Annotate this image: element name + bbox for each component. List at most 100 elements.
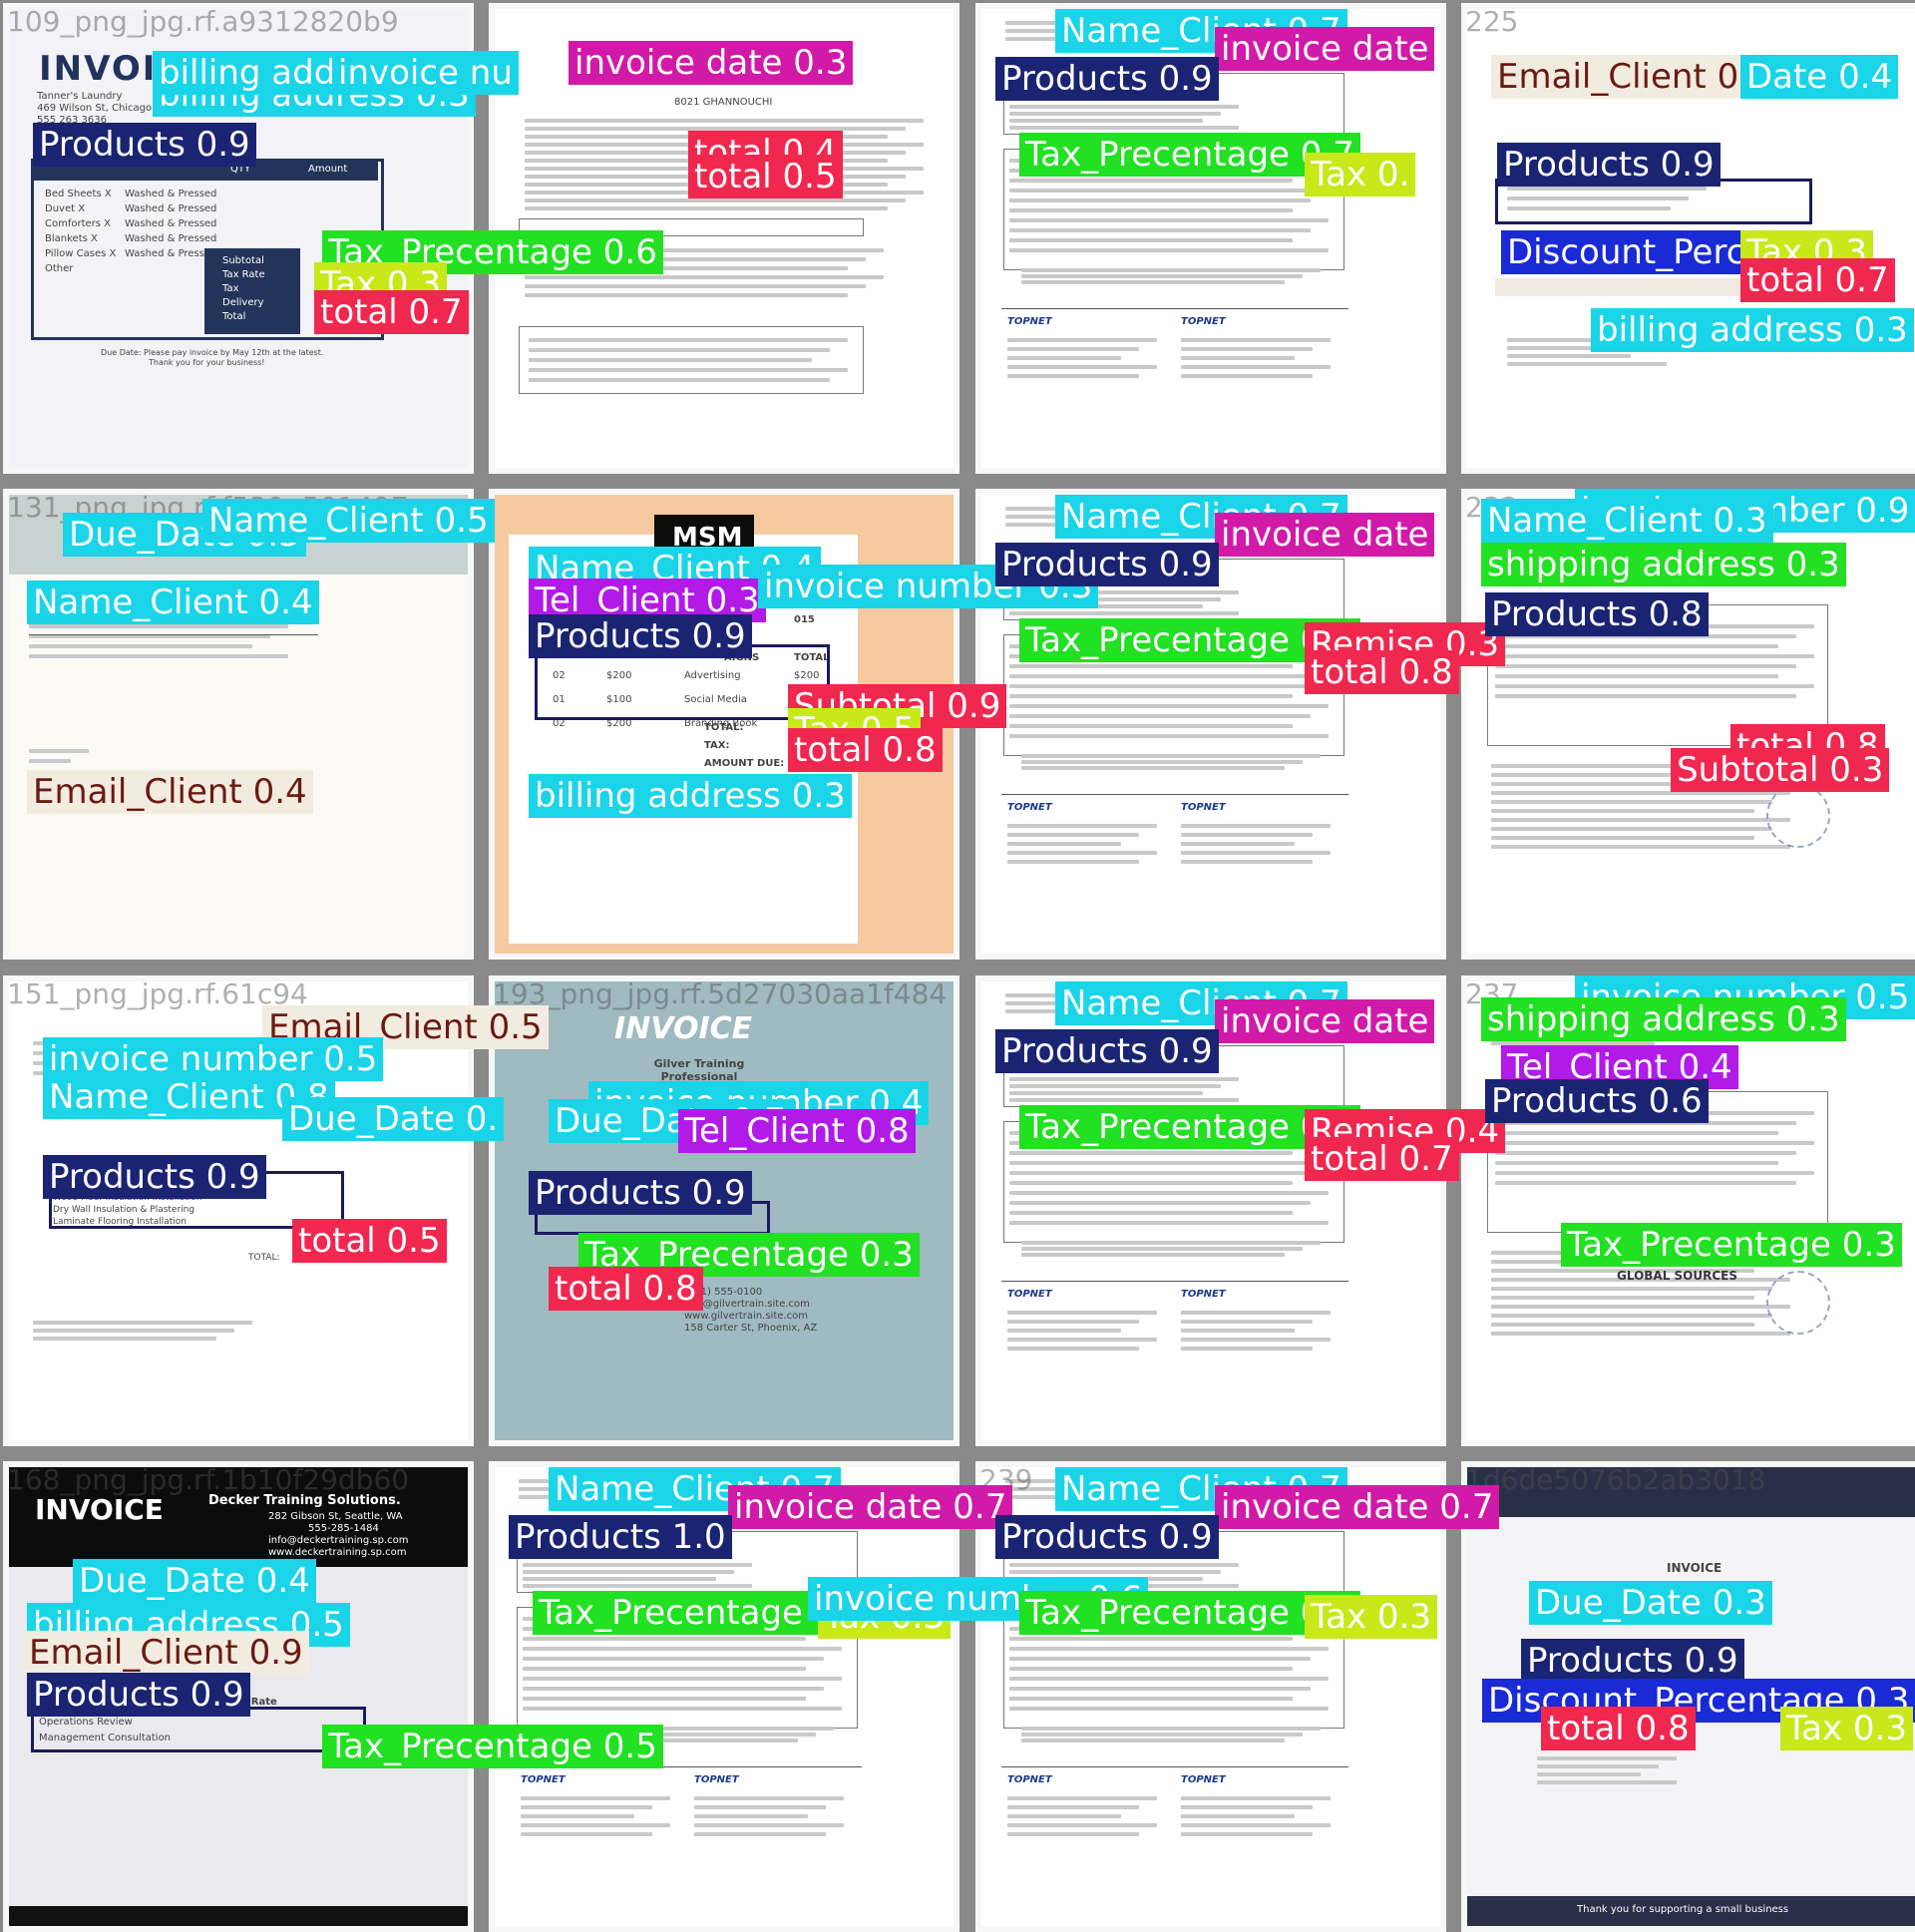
topnet-logo: TOPNET: [1007, 1289, 1052, 1300]
text-line: [1009, 218, 1329, 222]
invoice-title: INVOICE: [35, 1493, 164, 1526]
text-line: [1495, 1171, 1814, 1175]
text-line: [1181, 824, 1331, 828]
text-line: [1007, 1814, 1121, 1818]
detection-label: Products 0.9: [995, 1515, 1219, 1559]
text-line: [1009, 1221, 1329, 1225]
text-line: [1009, 1687, 1311, 1691]
text-line: [1009, 1570, 1221, 1574]
text-line: [1009, 1151, 1293, 1155]
detection-label: Tax_Precentage 0.3: [1561, 1223, 1902, 1267]
stamp-mark: [1766, 784, 1830, 848]
item-name: Blankets X: [45, 233, 98, 244]
text-line: [1495, 674, 1778, 678]
text-line: [1181, 1329, 1295, 1333]
divider: [1001, 1281, 1348, 1282]
image-filename: 168_png_jpg.rf.1b10f29db60: [7, 1463, 410, 1496]
total-label: TOTAL:: [248, 1253, 280, 1263]
text-line: [1495, 1161, 1778, 1165]
text-line: [1491, 836, 1754, 840]
text-line: [1009, 1191, 1329, 1195]
detection-label: Tax 0.3: [1305, 1595, 1437, 1639]
detection-label: total 0.5: [292, 1219, 447, 1263]
detection-label: total 0.8: [549, 1267, 703, 1311]
text-line: [1009, 1707, 1329, 1711]
detection-label: Products 0.9: [1497, 143, 1721, 187]
detection-label: Products 1.0: [509, 1515, 732, 1559]
detection-label: Email_Client 0.3: [1491, 55, 1777, 99]
text-line: [1491, 818, 1790, 822]
item-name: Dry Wall Insulation & Plastering: [53, 1205, 195, 1215]
item-name: Duvet X: [45, 203, 86, 214]
text-line: [1491, 845, 1790, 849]
detection-label: Due_Date 0.: [282, 1097, 505, 1141]
detection-label: Date 0.4: [1740, 55, 1899, 99]
text-line: [525, 206, 888, 210]
text-line: [525, 275, 884, 279]
text-line: [1009, 1677, 1329, 1681]
due-note: Due Date: Please pay invoice by May 12th…: [101, 348, 324, 357]
detection-label: Name_Client 0.4: [27, 580, 319, 624]
text-line: [1007, 1311, 1157, 1315]
stamp-text: GLOBAL SOURCES: [1617, 1269, 1738, 1283]
text-line: [1009, 1657, 1311, 1661]
text-line: [1495, 1141, 1814, 1145]
detection-label: Email_Client 0.9: [23, 1631, 309, 1675]
detection-label: total 0.5: [688, 155, 843, 198]
text-line: [1007, 374, 1139, 378]
text-line: [1007, 833, 1139, 837]
text-line: [529, 358, 812, 362]
text-line: [1007, 1832, 1139, 1836]
text-line: [1009, 248, 1329, 252]
text-line: [521, 1805, 652, 1809]
detection-label: Tel_Client 0.8: [678, 1109, 916, 1153]
company-site: www.deckertraining.sp.com: [268, 1547, 407, 1558]
text-line: [523, 1677, 842, 1681]
text-line: [1009, 1697, 1293, 1701]
text-line: [1007, 347, 1139, 351]
company-email: info@gilvertrain.site.com: [684, 1299, 810, 1310]
topnet-logo: TOPNET: [1181, 802, 1226, 813]
detection-label: billing address 0.3: [529, 774, 852, 818]
text-line: [29, 759, 71, 763]
text-line: [523, 1584, 752, 1588]
text-line: [1009, 1563, 1239, 1567]
thanks-note: Thank you for your business!: [149, 358, 265, 367]
text-line: [1181, 1311, 1331, 1315]
text-line: [1007, 1347, 1139, 1351]
detection-label: invoice date 0.7: [728, 1485, 1013, 1529]
text-line: [1181, 860, 1313, 864]
summary-label: AMOUNT DUE:: [704, 758, 785, 769]
text-line: [1009, 1171, 1311, 1175]
text-line: [1009, 1211, 1293, 1215]
text-line: [1507, 196, 1689, 200]
item-name: Pillow Cases X: [45, 248, 117, 259]
text-line: [1009, 704, 1329, 708]
detection-label: total 0.7: [1740, 258, 1895, 302]
text-line: [1007, 365, 1157, 369]
text-line: [523, 1657, 824, 1661]
divider: [1001, 1766, 1348, 1767]
text-line: [1009, 198, 1311, 202]
text-line: [525, 293, 848, 297]
text-line: [529, 378, 830, 382]
text-line: [1021, 1253, 1285, 1257]
text-line: [1009, 1084, 1221, 1088]
detection-label: invoice date: [1215, 513, 1435, 557]
text-line: [1007, 1796, 1157, 1800]
text-line: [523, 1577, 716, 1581]
company-email: info@deckertraining.sp.com: [268, 1535, 409, 1546]
text-line: [1181, 833, 1313, 837]
text-line: [33, 1321, 252, 1325]
detection-label: invoice date 0.7: [1215, 1485, 1500, 1529]
text-line: [1181, 851, 1331, 855]
text-line: [1181, 356, 1295, 360]
text-line: [1537, 1772, 1641, 1776]
detection-label: billing addr: [153, 51, 356, 95]
detection-label: Tax 0.: [1305, 153, 1416, 196]
text-line: [1007, 1805, 1139, 1809]
detection-label: Products 0.9: [995, 57, 1219, 101]
item-name: Bed Sheets X: [45, 189, 112, 199]
company-phone: 555-285-1484: [308, 1523, 379, 1534]
text-line: [1181, 1338, 1331, 1342]
